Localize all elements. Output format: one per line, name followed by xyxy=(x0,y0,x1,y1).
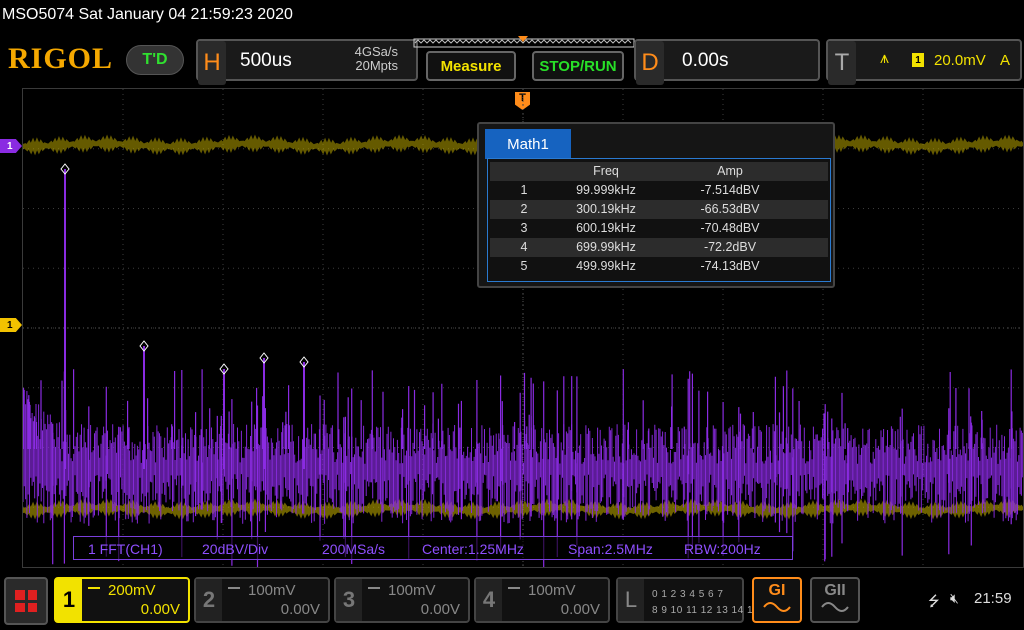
fft-rbw: RBW:200Hz xyxy=(684,541,761,557)
sine-wave-icon xyxy=(821,602,849,612)
logic-label: L xyxy=(618,579,644,621)
trigger-channel: 1 xyxy=(912,53,924,67)
generator-2-label: GII xyxy=(824,582,846,599)
table-row: 2 300.19kHz -66.53dBV xyxy=(490,200,828,219)
rigol-logo: RIGOL xyxy=(8,42,114,75)
trigger-mode: A xyxy=(1000,52,1011,69)
horizontal-label: H xyxy=(198,41,226,85)
fft-sample-rate: 200MSa/s xyxy=(322,541,386,557)
dc-coupling-icon xyxy=(368,587,380,593)
channel-scale: 100mV xyxy=(388,582,436,599)
generator-2-button[interactable]: GII xyxy=(810,577,860,623)
fft-center: Center:1.25MHz xyxy=(422,541,524,557)
channel-4-box[interactable]: 4 100mV 0.00V xyxy=(474,577,610,623)
fft-info-bar[interactable]: 1 FFT(CH1) 20dBV/Div 200MSa/s Center:1.2… xyxy=(73,536,793,560)
bottom-channel-bar: 1 200mV 0.00V 2 100mV 0.00V 3 100mV 0.00… xyxy=(0,572,1024,630)
top-control-bar: RIGOL T'D H 500us 4GSa/s 20Mpts Measure … xyxy=(0,36,1024,85)
dc-coupling-icon xyxy=(508,587,520,593)
channel-offset: 0.00V xyxy=(560,601,600,618)
channel-3-box[interactable]: 3 100mV 0.00V xyxy=(334,577,470,623)
fft-span: Span:2.5MHz xyxy=(568,541,653,557)
amp-header: Amp xyxy=(717,164,743,178)
row-amp: -66.53dBV xyxy=(700,202,760,216)
peak-table-header: Freq Amp xyxy=(490,162,828,181)
clock: 21:59 xyxy=(974,590,1012,607)
table-row: 4 699.99kHz -72.2dBV xyxy=(490,238,828,257)
main-menu-button[interactable] xyxy=(4,577,48,625)
timebase-value: 500us xyxy=(240,50,292,71)
dc-coupling-icon xyxy=(228,587,240,593)
math-offset-marker[interactable]: 1 xyxy=(0,139,22,153)
fft-scale: 20dBV/Div xyxy=(202,541,269,557)
row-amp: -7.514dBV xyxy=(700,183,760,197)
channel-offset: 0.00V xyxy=(280,601,320,618)
dc-coupling-icon xyxy=(88,587,100,593)
channel-number: 1 xyxy=(56,579,82,621)
delay-box[interactable]: D 0.00s xyxy=(634,39,820,85)
channel-offset: 0.00V xyxy=(140,601,180,618)
rising-edge-icon: ⩚ xyxy=(880,50,890,67)
math1-tab[interactable]: Math1 xyxy=(485,129,571,159)
table-row: 5 499.99kHz -74.13dBV xyxy=(490,257,828,276)
measure-button[interactable]: Measure xyxy=(426,51,516,81)
channel-number: 4 xyxy=(476,579,502,621)
row-freq: 499.99kHz xyxy=(576,259,636,273)
speaker-mute-icon[interactable]: 🔇︎ xyxy=(950,590,959,607)
freq-header: Freq xyxy=(593,164,619,178)
row-freq: 699.99kHz xyxy=(576,240,636,254)
trigger-level: 20.0mV xyxy=(934,52,986,69)
row-freq: 600.19kHz xyxy=(576,221,636,235)
channel-number: 2 xyxy=(196,579,222,621)
title-bar: MSO5074 Sat January 04 21:59:23 2020 xyxy=(0,0,1024,34)
menu-grid-icon xyxy=(15,590,37,612)
channel-1-box[interactable]: 1 200mV 0.00V xyxy=(54,577,190,623)
table-row: 3 600.19kHz -70.48dBV xyxy=(490,219,828,238)
channel-number: 3 xyxy=(336,579,362,621)
channel-scale: 100mV xyxy=(248,582,296,599)
logic-analyzer-box[interactable]: L 0 1 2 3 4 5 6 7 8 9 10 11 12 13 14 15 xyxy=(616,577,759,623)
fft-source: 1 FFT(CH1) xyxy=(88,541,163,557)
sample-rate: 4GSa/s xyxy=(354,44,398,59)
ch1-offset-marker[interactable]: 1 xyxy=(0,318,22,332)
channel-offset: 0.00V xyxy=(420,601,460,618)
horizontal-timebase-box[interactable]: H 500us 4GSa/s 20Mpts xyxy=(196,39,418,85)
trigger-label: T xyxy=(828,41,856,85)
row-amp: -72.2dBV xyxy=(703,240,757,254)
sample-info: 4GSa/s 20Mpts xyxy=(355,45,398,73)
row-amp: -70.48dBV xyxy=(700,221,760,235)
row-freq: 99.999kHz xyxy=(576,183,636,197)
stop-run-button[interactable]: STOP/RUN xyxy=(532,51,624,81)
trigger-box[interactable]: T ⩚ 1 20.0mV A xyxy=(826,39,1022,85)
usb-icon: ⭍ xyxy=(928,593,940,609)
row-number: 4 xyxy=(520,240,528,254)
row-amp: -74.13dBV xyxy=(700,259,760,273)
sine-wave-icon xyxy=(763,602,791,612)
row-number: 5 xyxy=(520,259,528,273)
table-row: 1 99.999kHz -7.514dBV xyxy=(490,181,828,200)
peak-table: Freq Amp 1 99.999kHz -7.514dBV 2 300.19k… xyxy=(487,158,831,282)
memory-position-strip xyxy=(413,36,635,48)
row-number: 1 xyxy=(520,183,528,197)
generator-1-label: GI xyxy=(768,582,786,599)
row-freq: 300.19kHz xyxy=(576,202,636,216)
delay-label: D xyxy=(636,41,664,85)
logic-channels-row-1: 0 1 2 3 4 5 6 7 xyxy=(652,589,724,600)
channel-scale: 200mV xyxy=(108,582,156,599)
row-number: 2 xyxy=(520,202,528,216)
math-peak-table-panel[interactable]: Math1 Freq Amp 1 99.999kHz -7.514dBV 2 3… xyxy=(477,122,835,288)
generator-1-button[interactable]: GI xyxy=(752,577,802,623)
row-number: 3 xyxy=(520,221,528,235)
memory-depth: 20Mpts xyxy=(355,58,398,73)
delay-value: 0.00s xyxy=(682,50,729,71)
channel-scale: 100mV xyxy=(528,582,576,599)
logic-channels-row-2: 8 9 10 11 12 13 14 15 xyxy=(652,605,760,616)
channel-2-box[interactable]: 2 100mV 0.00V xyxy=(194,577,330,623)
trigger-status-badge: T'D xyxy=(126,45,184,75)
